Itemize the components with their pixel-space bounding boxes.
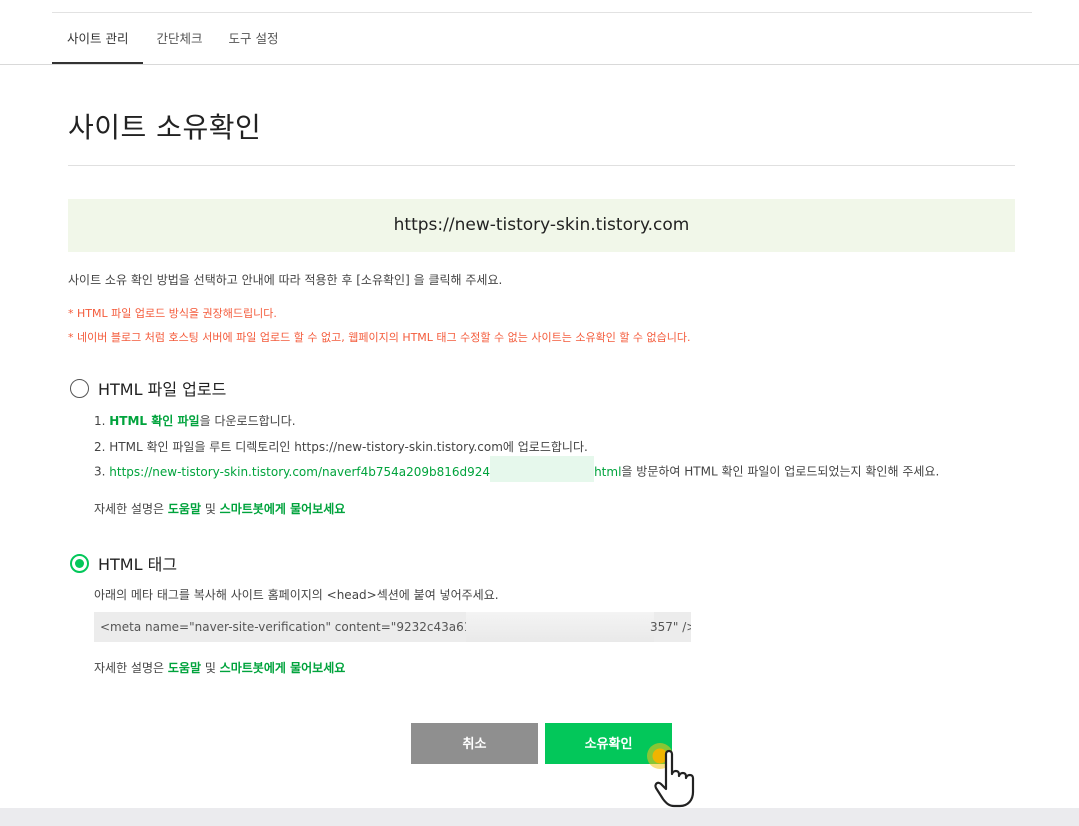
option-html-file-label: HTML 파일 업로드 <box>98 380 227 399</box>
option-html-tag-label: HTML 태그 <box>98 555 178 574</box>
step-3: 3. https://new-tistory-skin.tistory.com/… <box>94 456 940 482</box>
help-prefix: 자세한 설명은 <box>94 661 168 675</box>
tab-divider <box>0 64 1079 65</box>
radio-html-file[interactable] <box>70 378 89 398</box>
hand-pointer-icon <box>647 743 695 808</box>
footer-bar <box>0 808 1079 826</box>
help-tag: 자세한 설명은 도움말 및 스마트봇에게 물어보세요 <box>94 659 345 676</box>
cancel-button[interactable]: 취소 <box>411 723 538 764</box>
option-html-tag[interactable]: HTML 태그 <box>70 551 177 575</box>
tab-site-management[interactable]: 사이트 관리 <box>52 22 144 64</box>
help-file: 자세한 설명은 도움말 및 스마트봇에게 물어보세요 <box>94 500 345 517</box>
help-link[interactable]: 도움말 <box>168 661 201 675</box>
step-2: 2. HTML 확인 파일을 루트 디렉토리인 https://new-tist… <box>94 440 588 454</box>
masked-url-segment <box>490 456 595 482</box>
help-link[interactable]: 도움말 <box>168 502 201 516</box>
step-3-suffix: 을 방문하여 HTML 확인 파일이 업로드되었는지 확인해 주세요. <box>621 464 940 479</box>
option-html-file[interactable]: HTML 파일 업로드 <box>70 376 226 400</box>
tab-bar: 사이트 관리 간단체크 도구 설정 <box>52 22 291 64</box>
meta-tag-start: <meta name="naver-site-verification" con… <box>100 620 487 634</box>
tab-quick-check[interactable]: 간단체크 <box>143 22 215 64</box>
html-file-download-link[interactable]: HTML 확인 파일 <box>109 414 199 428</box>
smartbot-link[interactable]: 스마트봇에게 물어보세요 <box>220 502 346 516</box>
help-middle: 및 <box>201 502 220 516</box>
meta-tag-box[interactable]: <meta name="naver-site-verification" con… <box>94 612 691 642</box>
warning-recommend: * HTML 파일 업로드 방식을 권장해드립니다. <box>68 307 277 320</box>
smartbot-link[interactable]: 스마트봇에게 물어보세요 <box>220 661 346 675</box>
radio-html-tag[interactable] <box>70 553 89 573</box>
site-url-box: https://new-tistory-skin.tistory.com <box>68 199 1015 252</box>
top-divider <box>52 12 1032 13</box>
masked-meta-segment <box>466 612 654 642</box>
meta-tag-end: 357" /> <box>650 620 691 634</box>
step-1-prefix: 1. <box>94 414 110 428</box>
warning-limitation: * 네이버 블로그 처럼 호스팅 서버에 파일 업로드 할 수 없고, 웹페이지… <box>68 331 691 344</box>
step-1-suffix: 을 다운로드합니다. <box>199 414 296 428</box>
step-1: 1. HTML 확인 파일을 다운로드합니다. <box>94 412 296 429</box>
help-prefix: 자세한 설명은 <box>94 502 168 516</box>
description-text: 사이트 소유 확인 방법을 선택하고 안내에 따라 적용한 후 [소유확인] 을… <box>68 273 503 287</box>
verify-url-start: https://new-tistory-skin.tistory.com/nav… <box>109 464 491 479</box>
verify-url-end: html <box>594 464 622 479</box>
tab-tool-settings[interactable]: 도구 설정 <box>216 22 292 64</box>
title-divider <box>68 165 1015 166</box>
step-3-prefix: 3. <box>94 464 110 479</box>
page-title: 사이트 소유확인 <box>68 111 262 144</box>
meta-instruction: 아래의 메타 태그를 복사해 사이트 홈페이지의 <head>섹션에 붙여 넣어… <box>94 588 499 602</box>
site-url: https://new-tistory-skin.tistory.com <box>393 215 690 235</box>
help-middle: 및 <box>201 661 220 675</box>
verify-url-link[interactable]: https://new-tistory-skin.tistory.com/nav… <box>109 456 622 482</box>
